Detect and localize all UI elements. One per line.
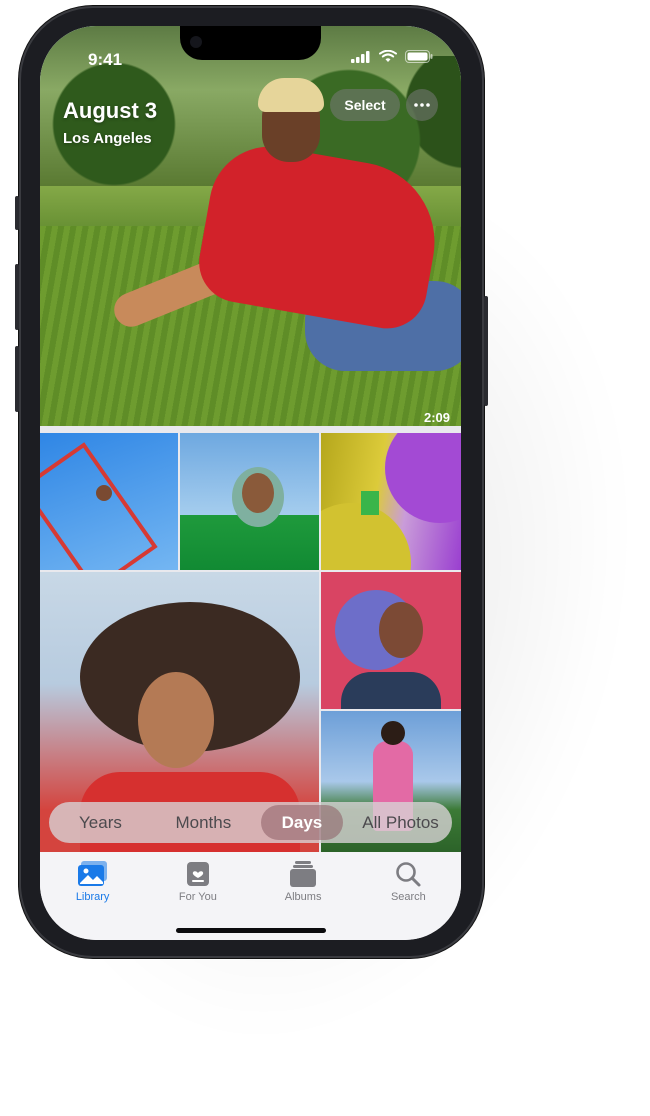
hero-location: Los Angeles bbox=[63, 130, 152, 147]
volume-up-button bbox=[15, 264, 19, 330]
photo-face bbox=[379, 602, 423, 658]
side-button bbox=[484, 296, 488, 406]
photo-person bbox=[96, 485, 112, 501]
segment-days[interactable]: Days bbox=[260, 805, 344, 840]
tab-library[interactable]: Library bbox=[40, 852, 145, 940]
battery-icon bbox=[405, 50, 433, 63]
ellipsis-icon bbox=[414, 103, 430, 107]
hero-date-title: August 3 bbox=[63, 98, 158, 123]
segment-months[interactable]: Months bbox=[152, 805, 255, 840]
tab-bar: Library For You Albums Search bbox=[40, 852, 461, 940]
iphone-frame: 9:41 August 3 Los Angeles Select 2:09 Ye… bbox=[15, 6, 488, 958]
tab-library-label: Library bbox=[75, 891, 110, 903]
notch bbox=[180, 26, 321, 60]
segment-all-photos[interactable]: All Photos bbox=[349, 805, 452, 840]
select-button[interactable]: Select bbox=[330, 89, 400, 121]
photo-thumbnail[interactable] bbox=[180, 433, 319, 570]
hero-person-hair bbox=[258, 78, 324, 112]
albums-stack-icon bbox=[290, 861, 317, 887]
tab-albums-label: Albums bbox=[284, 891, 322, 903]
tab-for-you-label: For You bbox=[178, 891, 217, 903]
photo-balloon bbox=[385, 433, 461, 523]
status-icons bbox=[351, 50, 433, 63]
photo-ladder bbox=[40, 442, 158, 570]
hero-photo[interactable] bbox=[40, 26, 461, 426]
tab-albums[interactable]: Albums bbox=[251, 852, 356, 940]
tab-search-label: Search bbox=[390, 891, 426, 903]
home-indicator[interactable] bbox=[176, 928, 326, 933]
heart-note-icon bbox=[186, 862, 209, 886]
tab-search[interactable]: Search bbox=[356, 852, 461, 940]
photo-child bbox=[361, 491, 379, 515]
phone-screen: 9:41 August 3 Los Angeles Select 2:09 Ye… bbox=[40, 26, 461, 940]
photo-thumbnail[interactable] bbox=[321, 433, 461, 570]
volume-down-button bbox=[15, 346, 19, 412]
wifi-icon bbox=[379, 50, 397, 62]
photo-head bbox=[381, 721, 405, 745]
cellular-signal-icon bbox=[351, 50, 370, 63]
time-scale-segmented-control: Years Months Days All Photos bbox=[49, 802, 452, 843]
photo-top bbox=[341, 672, 441, 709]
tab-for-you[interactable]: For You bbox=[145, 852, 250, 940]
front-camera bbox=[190, 36, 202, 48]
photo-thumbnail[interactable] bbox=[40, 433, 178, 570]
photo-thumbnail[interactable] bbox=[321, 572, 461, 709]
segment-years[interactable]: Years bbox=[49, 805, 152, 840]
action-button bbox=[15, 196, 19, 230]
more-button[interactable] bbox=[406, 89, 438, 121]
photo-library-icon bbox=[77, 861, 107, 886]
photo-face bbox=[138, 672, 214, 768]
search-icon bbox=[396, 862, 421, 887]
photo-person-face bbox=[242, 473, 274, 513]
status-time: 9:41 bbox=[88, 50, 123, 69]
video-duration: 2:09 bbox=[424, 410, 451, 425]
